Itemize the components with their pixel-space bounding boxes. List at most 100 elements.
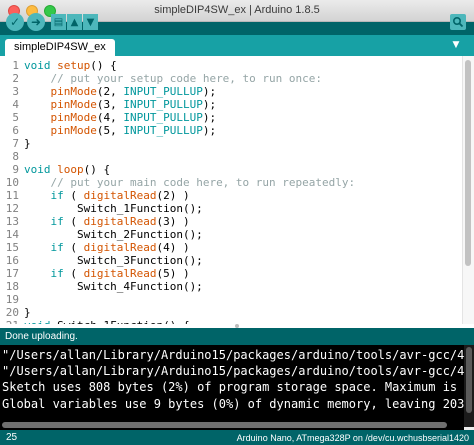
line-number: 10 [5,176,19,189]
code-token: digitalRead [83,189,157,202]
code-token: (3, [96,98,124,111]
code-text: pinMode(3, INPUT_PULLUP); [24,98,217,111]
line-number: 1 [12,59,19,72]
tab-bar: simpleDIP4SW_ex ▼ [0,35,474,56]
code-token: if [50,215,64,228]
code-token: Switch_2Function(); [24,228,203,241]
console-vertical-scrollbar[interactable] [464,345,474,427]
code-token: pinMode [50,111,97,124]
code-text: // put your main code here, to run repea… [24,176,356,189]
arrow-right-icon: ➜ [30,15,42,29]
code-line: 20} [0,306,462,319]
code-token: (4, [96,111,124,124]
line-number: 18 [5,280,19,293]
serial-monitor-button[interactable] [450,14,466,30]
code-token: ); [202,111,217,124]
line-number: 2 [12,72,19,85]
code-token: void [24,59,51,72]
code-token: (5) ) [156,267,190,280]
code-line: 9 void loop() { [0,163,462,176]
code-line: 4 pinMode(3, INPUT_PULLUP); [0,98,462,111]
console-horizontal-scrollbar[interactable] [0,420,464,430]
footer-bar: 25 Arduino Nano, ATmega328P on /dev/cu.w… [0,430,474,445]
new-button[interactable]: ▤ [51,14,66,30]
code-line: 3 pinMode(2, INPUT_PULLUP); [0,85,462,98]
code-token: setup [57,59,91,72]
line-number: 3 [12,85,19,98]
board-port-info: Arduino Nano, ATmega328P on /dev/cu.wchu… [236,433,469,443]
code-text: pinMode(4, INPUT_PULLUP); [24,111,217,124]
line-number: 9 [12,163,19,176]
code-token: void [24,163,51,176]
console-scroll-thumb[interactable] [466,347,472,413]
line-number: 5 [12,111,19,124]
code-line: 6 pinMode(5, INPUT_PULLUP); [0,124,462,137]
new-file-icon: ▤ [53,16,64,28]
code-token: } [24,137,31,150]
code-token: digitalRead [83,215,157,228]
toolbar: ✓ ➜ ▤ ▲ ▼ [0,13,474,35]
code-token: INPUT_PULLUP [123,85,203,98]
code-token: if [50,267,64,280]
editor-vertical-scrollbar[interactable] [462,56,474,324]
code-token: () { [90,59,117,72]
code-text: if ( digitalRead(3) ) [24,215,190,228]
console-line: Global variables use 9 bytes (0%) of dyn… [2,397,474,411]
upload-button[interactable]: ➜ [27,13,45,31]
code-line: 13 if ( digitalRead(3) ) [0,215,462,228]
code-text: void loop() { [24,163,110,176]
cursor-line-number: 25 [6,432,18,443]
line-number: 20 [5,306,19,319]
code-line: 15 if ( digitalRead(4) ) [0,241,462,254]
code-token: ( [63,267,84,280]
code-text: } [24,306,31,319]
code-line: 17 if ( digitalRead(5) ) [0,267,462,280]
save-button[interactable]: ▼ [83,14,98,30]
code-line: 16 Switch_3Function(); [0,254,462,267]
chevron-down-icon: ▼ [452,40,460,50]
code-line: 10 // put your main code here, to run re… [0,176,462,189]
editor-scroll-thumb[interactable] [465,60,471,266]
line-number: 12 [5,202,19,215]
code-token: // put your main code here, to run repea… [50,176,356,189]
code-token: ); [202,124,217,137]
code-line: 1 void setup() { [0,59,462,72]
verify-button[interactable]: ✓ [6,13,24,31]
code-text: Switch_2Function(); [24,228,203,241]
code-token: (4) ) [156,241,190,254]
code-token: pinMode [50,98,97,111]
tab-simpledip4sw-ex[interactable]: simpleDIP4SW_ex [5,39,115,56]
console-line: Sketch uses 808 bytes (2%) of program st… [2,380,474,394]
code-token: Switch_4Function(); [24,280,203,293]
code-token: INPUT_PULLUP [123,124,203,137]
console-line: "/Users/allan/Library/Arduino15/packages… [2,364,474,378]
code-text: // put your setup code here, to run once… [24,72,323,85]
code-token: Switch_1Function(); [24,202,203,215]
code-line: 18 Switch_4Function(); [0,280,462,293]
code-token: Switch_3Function(); [24,254,203,267]
code-text: pinMode(5, INPUT_PULLUP); [24,124,217,137]
code-token: (5, [96,124,124,137]
console-output[interactable]: "/Users/allan/Library/Arduino15/packages… [0,345,474,427]
code-text: if ( digitalRead(2) ) [24,189,190,202]
code-line: 8 [0,150,462,163]
code-token: INPUT_PULLUP [123,111,203,124]
code-editor[interactable]: 1 void setup() {2 // put your setup code … [0,56,474,324]
code-token: if [50,241,64,254]
checkmark-icon: ✓ [9,15,21,29]
code-line: 14 Switch_2Function(); [0,228,462,241]
code-token: loop [57,163,84,176]
code-token: ( [63,215,84,228]
code-text: Switch_3Function(); [24,254,203,267]
tab-menu-button[interactable]: ▼ [448,37,464,53]
code-token: pinMode [50,85,97,98]
open-button[interactable]: ▲ [67,14,82,30]
console-hscroll-thumb[interactable] [2,422,447,428]
line-number: 8 [12,150,19,163]
code-token: (3) ) [156,215,190,228]
code-line: 2 // put your setup code here, to run on… [0,72,462,85]
